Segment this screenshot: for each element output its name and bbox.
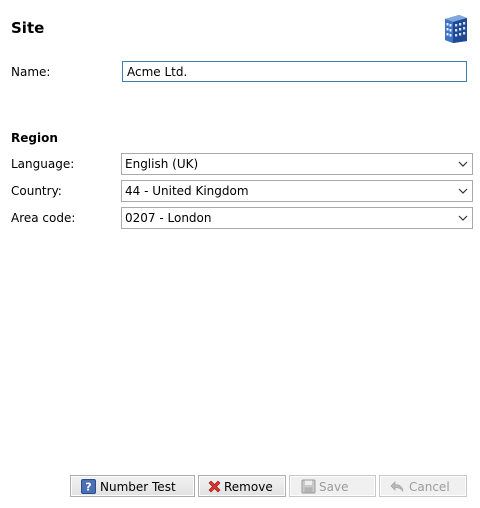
country-select-value: 44 - United Kingdom [125, 184, 249, 198]
cancel-label: Cancel [409, 480, 450, 494]
chevron-down-icon [458, 215, 468, 221]
undo-icon [390, 481, 404, 492]
save-icon [301, 479, 316, 494]
help-icon: ? [81, 479, 96, 494]
remove-label: Remove [224, 480, 273, 494]
remove-button[interactable]: Remove [198, 475, 286, 497]
country-select[interactable]: 44 - United Kingdom [121, 180, 473, 202]
region-section-title: Region [11, 131, 58, 145]
delete-icon [208, 480, 221, 493]
language-select-value: English (UK) [125, 157, 199, 171]
chevron-down-icon [458, 188, 468, 194]
number-test-label: Number Test [100, 480, 176, 494]
language-label: Language: [11, 157, 75, 171]
number-test-button[interactable]: ? Number Test [70, 475, 195, 497]
country-label: Country: [11, 184, 62, 198]
area-code-select-value: 0207 - London [125, 211, 212, 225]
cancel-button[interactable]: Cancel [379, 475, 467, 497]
name-field[interactable] [122, 61, 467, 82]
save-button[interactable]: Save [289, 475, 376, 497]
building-icon [445, 15, 467, 43]
area-code-label: Area code: [11, 211, 76, 225]
page-title: Site [11, 19, 45, 37]
save-label: Save [319, 480, 349, 494]
chevron-down-icon [458, 161, 468, 167]
svg-text:?: ? [85, 481, 91, 494]
area-code-select[interactable]: 0207 - London [121, 207, 473, 229]
language-select[interactable]: English (UK) [121, 153, 473, 175]
name-label: Name: [11, 65, 51, 79]
